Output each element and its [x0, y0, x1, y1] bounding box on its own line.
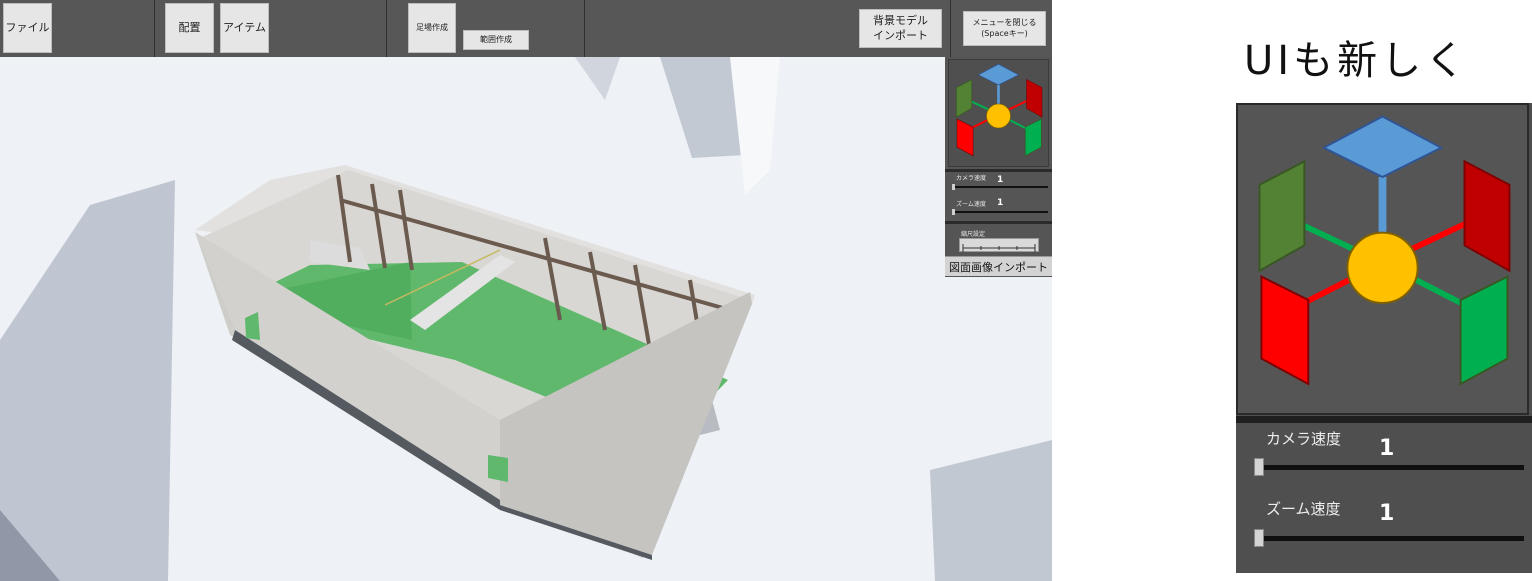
zoom-speed-slider-handle[interactable]: [1254, 529, 1264, 547]
panel-divider: [945, 169, 1052, 172]
close-menu-button[interactable]: メニューを閉じる (Spaceキー): [963, 11, 1046, 46]
ruler-ticks: [962, 244, 1036, 252]
file-menu-button[interactable]: ファイル: [3, 3, 52, 53]
zoom-speed-slider[interactable]: [952, 211, 1048, 213]
scale-setting-ruler[interactable]: [959, 238, 1039, 252]
camera-speed-slider[interactable]: [1256, 465, 1524, 470]
zoom-speed-value: 1: [1379, 501, 1395, 526]
zoom-speed-label: ズーム速度: [1266, 500, 1341, 518]
caption-title: UIも新しく: [1244, 38, 1470, 84]
item-button[interactable]: アイテム: [220, 3, 269, 53]
door: [488, 455, 508, 482]
toolbar-separator: [386, 0, 387, 57]
view-back-left-face[interactable]: [956, 79, 973, 118]
view-back-right-face[interactable]: [1463, 159, 1511, 273]
mini-gizmo-svg: [956, 63, 1043, 157]
camera-speed-slider-handle[interactable]: [1254, 458, 1264, 476]
camera-speed-label: カメラ速度: [1266, 430, 1342, 448]
camera-speed-slider-handle[interactable]: [952, 184, 955, 190]
view-back-right-face[interactable]: [1026, 79, 1043, 118]
3d-viewport[interactable]: [0, 57, 1052, 581]
zoom-speed-slider[interactable]: [1256, 536, 1524, 541]
camera-speed-slider[interactable]: [952, 186, 1048, 188]
view-center-circle[interactable]: [1346, 231, 1419, 304]
close-menu-line2: (Spaceキー): [981, 28, 1028, 38]
view-center-circle[interactable]: [986, 103, 1011, 129]
zoom-speed-label: ズーム速度: [956, 201, 986, 208]
zoom-speed-slider-handle[interactable]: [952, 209, 955, 215]
view-gizmo[interactable]: [1236, 103, 1529, 415]
panel-divider: [1236, 416, 1532, 423]
app-window: ファイル 配置 アイテム 足場作成 範囲作成 背景モデル インポート メニューを…: [0, 0, 1052, 581]
range-create-button[interactable]: 範囲作成: [463, 30, 529, 50]
camera-speed-label: カメラ速度: [956, 175, 987, 182]
toolbar: ファイル 配置 アイテム 足場作成 範囲作成 背景モデル インポート メニューを…: [0, 0, 1052, 57]
close-menu-line1: メニューを閉じる: [972, 17, 1037, 27]
camera-speed-value: 1: [997, 175, 1004, 185]
view-top-face[interactable]: [977, 63, 1020, 86]
scaffold-create-button[interactable]: 足場作成: [408, 3, 456, 53]
toolbar-separator: [950, 0, 951, 57]
view-front-right-face[interactable]: [1024, 118, 1042, 157]
view-front-left-face[interactable]: [956, 118, 974, 157]
mini-view-gizmo[interactable]: [948, 59, 1049, 167]
background-model-import-line1: 背景モデル: [873, 13, 928, 27]
view-gizmo-svg: [1258, 115, 1511, 386]
camera-speed-value: 1: [1379, 436, 1395, 461]
toolbar-separator: [584, 0, 585, 57]
view-top-face[interactable]: [1321, 115, 1444, 179]
view-front-left-face[interactable]: [1260, 274, 1310, 386]
zoom-speed-value: 1: [997, 198, 1004, 208]
side-panel: カメラ速度 1 ズーム速度 1 縮尺設定: [945, 57, 1052, 277]
zoomed-ui-panel: カメラ速度 1 ズーム速度 1: [1236, 103, 1532, 573]
toolbar-separator: [154, 0, 155, 57]
view-back-left-face[interactable]: [1258, 159, 1306, 273]
background-model-import-button[interactable]: 背景モデル インポート: [859, 9, 942, 48]
background-model-import-line2: インポート: [873, 28, 928, 42]
view-front-right-face[interactable]: [1459, 274, 1509, 386]
panel-divider: [945, 221, 1052, 224]
place-button[interactable]: 配置: [165, 3, 214, 53]
scale-setting-label: 縮尺設定: [961, 231, 986, 238]
drawing-image-import-button[interactable]: 図面画像インポート: [945, 256, 1052, 276]
